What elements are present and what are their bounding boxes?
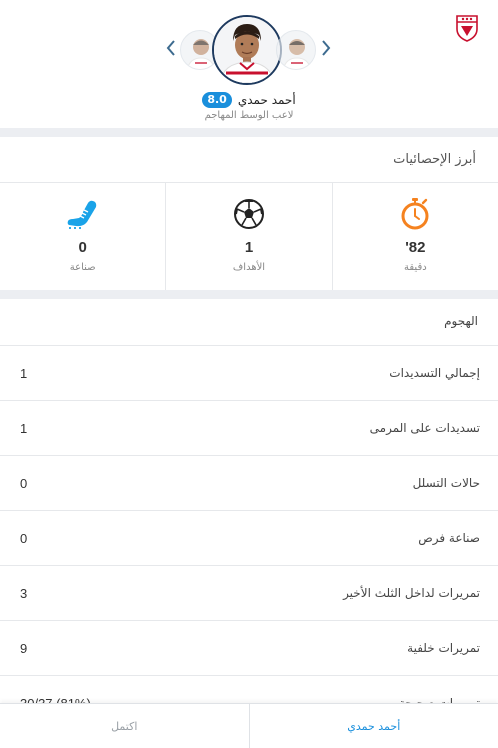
stat-value: '82 — [405, 239, 426, 256]
stat-row-value: 1 — [20, 365, 28, 381]
player-name: أحمد حمدي — [237, 93, 296, 107]
stat-value: 0 — [78, 239, 87, 256]
section-divider — [0, 128, 498, 137]
stat-row-value: 1 — [20, 420, 28, 436]
stat-row-label: صناعة فرص — [418, 531, 480, 545]
stat-row-value: 0 — [20, 530, 28, 546]
previous-player-chevron-icon[interactable] — [163, 38, 179, 58]
list-item: 1 تسديدات على المرمى — [0, 400, 498, 455]
stat-row-label: تمريرات خلفية — [407, 641, 480, 655]
bottom-tab-bar: اكتمل أحمد حمدي — [0, 703, 498, 748]
stat-label: دقيقة — [404, 262, 427, 273]
stat-row-label: حالات التسلل — [412, 476, 480, 490]
stat-row-label: تمريرات لداخل الثلث الأخير — [343, 586, 480, 600]
stat-assists: 0 صناعة — [0, 183, 167, 290]
player-avatar — [212, 15, 282, 85]
player-role: لاعب الوسط المهاجم — [204, 110, 294, 121]
list-item: 0 حالات التسلل — [0, 455, 498, 510]
stat-minutes: '82 دقيقة — [333, 183, 498, 290]
tab-player[interactable]: أحمد حمدي — [248, 704, 498, 748]
rating-badge: 8.0 — [202, 92, 232, 108]
stat-label: صناعة — [69, 262, 96, 273]
player-stats-screen: أحمد حمدي 8.0 لاعب الوسط المهاجم أبرز ال… — [0, 0, 498, 748]
stat-row-label: إجمالي التسديدات — [389, 366, 480, 380]
next-player-avatar[interactable] — [276, 30, 316, 70]
football-icon — [232, 197, 266, 231]
highlights-title: أبرز الإحصائيات — [393, 152, 476, 167]
player-name-row: أحمد حمدي 8.0 — [0, 92, 498, 108]
boot-icon — [66, 197, 100, 231]
tab-complete[interactable]: اكتمل — [0, 704, 249, 748]
club-logo — [454, 12, 480, 42]
highlights-row: '82 دقيقة 1 الأهداف 0 صناعة — [0, 182, 498, 290]
stat-goals: 1 الأهداف — [166, 183, 333, 290]
player-header: أحمد حمدي 8.0 لاعب الوسط المهاجم — [0, 0, 498, 128]
list-item: 1 إجمالي التسديدات — [0, 345, 498, 400]
section-divider — [0, 290, 498, 299]
stat-value: 1 — [244, 239, 254, 256]
stat-row-value: 0 — [20, 475, 28, 491]
stopwatch-icon — [398, 197, 432, 231]
stat-row-value: 9 — [20, 640, 28, 656]
list-item: 3 تمريرات لداخل الثلث الأخير — [0, 565, 498, 620]
stat-row-value: 3 — [20, 585, 28, 601]
list-item: 0 صناعة فرص — [0, 510, 498, 565]
attack-section-title: الهجوم — [444, 314, 478, 328]
stat-row-label: تسديدات على المرمى — [369, 421, 480, 435]
attack-stat-list: 1 إجمالي التسديدات 1 تسديدات على المرمى … — [0, 345, 498, 730]
list-item: 9 تمريرات خلفية — [0, 620, 498, 675]
next-player-chevron-icon[interactable] — [318, 38, 334, 58]
stat-label: الأهداف — [232, 262, 266, 273]
